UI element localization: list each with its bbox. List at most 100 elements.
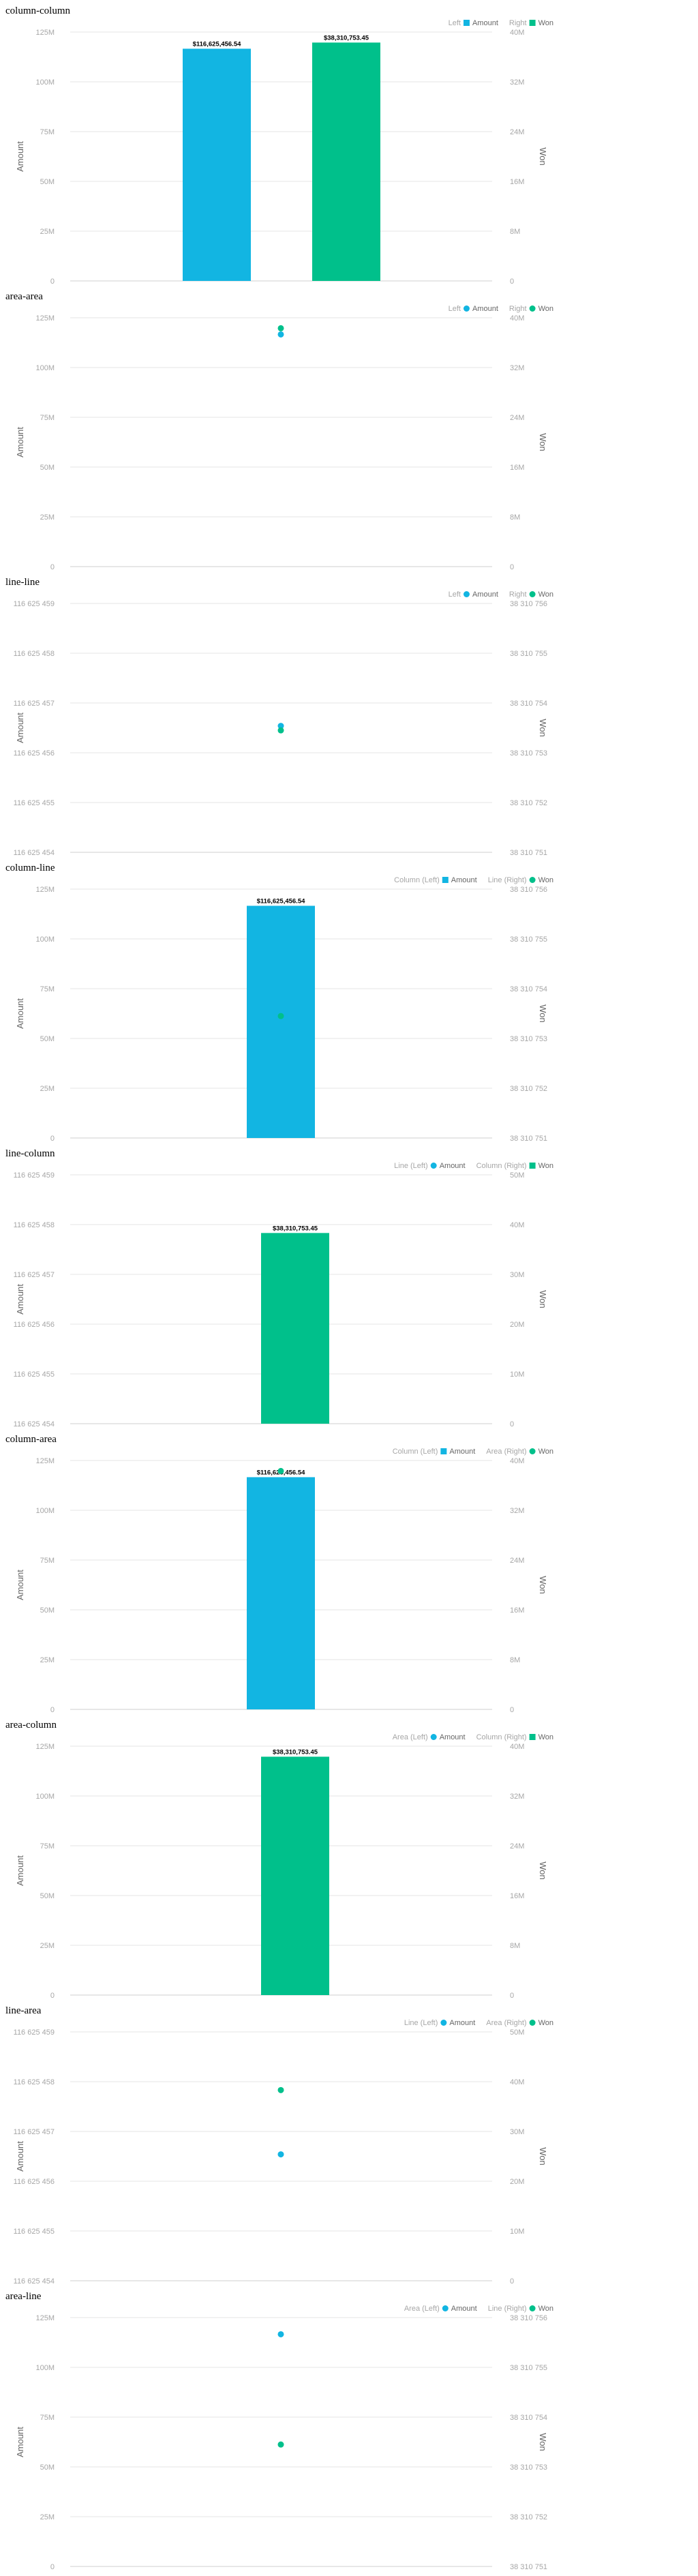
left-tick-label: 25M (40, 1942, 55, 1950)
legend-left-series: Amount (451, 876, 477, 884)
right-tick-label: 0 (510, 1420, 514, 1428)
legend-left-series: Amount (472, 590, 498, 599)
chart-title: line-area (5, 2005, 42, 2016)
right-tick-label: 32M (510, 364, 524, 372)
right-tick-label: 38 310 753 (510, 749, 547, 758)
right-axis-title: Won (538, 1290, 548, 1308)
legend-left-label: Left (449, 19, 461, 27)
won-column[interactable] (312, 42, 380, 282)
left-tick-label: 0 (50, 1706, 55, 1714)
won-point[interactable] (277, 2441, 284, 2448)
right-axis-title: Won (538, 2433, 548, 2451)
amount-column[interactable] (247, 905, 315, 1138)
legend-right-marker (529, 1163, 536, 1169)
won-column[interactable] (261, 1756, 329, 1995)
amount-point[interactable] (277, 331, 284, 338)
right-tick-label: 38 310 756 (510, 600, 547, 608)
right-tick-label: 16M (510, 1892, 524, 1900)
left-tick-label: 116 625 455 (14, 1371, 55, 1379)
left-tick-label: 116 625 454 (14, 2277, 55, 2286)
chart-plot: Left Amount Right Won 116 625 454 38 310 751 1… (14, 590, 553, 857)
right-axis-title: Won (538, 1576, 548, 1594)
legend[interactable]: Left Amount Right Won (449, 19, 553, 27)
won-point[interactable] (277, 325, 284, 331)
legend-right-label: Right (509, 305, 527, 313)
left-axis-title: Amount (15, 2141, 25, 2172)
amount-column[interactable] (247, 1477, 315, 1709)
legend-left-marker (442, 877, 449, 883)
right-tick-label: 32M (510, 1507, 524, 1515)
right-tick-label: 38 310 755 (510, 2364, 547, 2372)
right-tick-label: 30M (510, 1271, 524, 1279)
legend-right-label: Column (Right) (476, 1733, 527, 1741)
legend-left-series: Amount (440, 1733, 466, 1741)
right-tick-label: 50M (510, 1171, 524, 1180)
legend-right-series: Won (538, 305, 553, 313)
left-tick-label: 75M (40, 2414, 55, 2422)
amount-column[interactable] (183, 48, 251, 281)
right-tick-label: 24M (510, 1842, 524, 1851)
legend-right-label: Column (Right) (476, 1162, 527, 1170)
legend-right-marker (529, 1734, 536, 1740)
won-point[interactable] (277, 2086, 284, 2093)
won-point[interactable] (277, 1013, 284, 1019)
chart-area-area: Left Amount Right Won 0 0 25M 8M 50M 16M 75M 24M 100… (0, 286, 698, 571)
right-tick-label: 24M (510, 1557, 524, 1565)
left-tick-label: 75M (40, 1842, 55, 1851)
right-tick-label: 38 310 755 (510, 935, 547, 944)
right-tick-label: 32M (510, 1793, 524, 1801)
won-column[interactable] (261, 1233, 329, 1424)
left-tick-label: 116 625 454 (14, 1420, 55, 1428)
legend-left-marker (463, 591, 470, 597)
left-tick-label: 100M (35, 78, 55, 87)
left-tick-label: 116 625 455 (14, 799, 55, 807)
amount-data-label: $116,625,456.54 (257, 897, 306, 905)
legend-left-marker (440, 1448, 447, 1454)
chart-plot: Column (Left) Amount Area (Right) Won 0 0 25M 8… (15, 1448, 553, 1714)
legend-right-label: Area (Right) (486, 2019, 526, 2027)
right-axis-title: Won (538, 719, 548, 737)
legend-right-marker (529, 877, 536, 883)
legend-left-marker (430, 1734, 437, 1740)
legend[interactable]: Line (Left) Amount Area (Right) Won (404, 2019, 553, 2027)
right-tick-label: 38 310 754 (510, 700, 547, 708)
legend[interactable]: Left Amount Right Won (449, 305, 553, 313)
left-tick-label: 0 (50, 278, 55, 286)
right-tick-label: 8M (510, 1656, 520, 1664)
right-tick-label: 16M (510, 1606, 524, 1615)
legend-left-label: Line (Left) (404, 2019, 438, 2027)
legend[interactable]: Area (Left) Amount Column (Right) Won (393, 1733, 553, 1741)
legend-right-label: Area (Right) (486, 1448, 526, 1456)
amount-point[interactable] (277, 2151, 284, 2158)
left-tick-label: 25M (40, 1656, 55, 1664)
legend-left-label: Area (Left) (404, 2305, 440, 2313)
right-tick-label: 20M (510, 2178, 524, 2186)
right-tick-label: 38 310 753 (510, 2463, 547, 2472)
left-tick-label: 50M (40, 1606, 55, 1615)
legend[interactable]: Left Amount Right Won (449, 590, 553, 599)
left-tick-label: 25M (40, 228, 55, 236)
legend[interactable]: Line (Left) Amount Column (Right) Won (394, 1162, 553, 1170)
left-tick-label: 75M (40, 414, 55, 422)
won-point[interactable] (277, 727, 284, 734)
right-tick-label: 10M (510, 2228, 524, 2236)
left-tick-label: 50M (40, 178, 55, 186)
left-tick-label: 125M (35, 1457, 55, 1465)
right-axis-title: Won (538, 433, 548, 451)
won-point[interactable] (277, 1467, 284, 1474)
right-tick-label: 38 310 752 (510, 1085, 547, 1093)
left-tick-label: 116 625 459 (14, 1171, 55, 1180)
right-tick-label: 38 310 751 (510, 849, 547, 857)
legend-left-series: Amount (472, 19, 498, 27)
legend-right-marker (529, 2305, 536, 2311)
legend[interactable]: Column (Left) Amount Line (Right) Won (394, 876, 553, 884)
left-axis-title: Amount (15, 1284, 25, 1315)
chart-title: column-column (5, 5, 70, 16)
amount-point[interactable] (277, 2331, 284, 2337)
left-tick-label: 0 (50, 1135, 55, 1143)
amount-data-label: $116,625,456.54 (193, 40, 242, 48)
legend[interactable]: Area (Left) Amount Line (Right) Won (404, 2305, 553, 2313)
chart-area-line: Area (Left) Amount Line (Right) Won 0 38 310 … (0, 2286, 698, 2571)
right-tick-label: 0 (510, 1992, 514, 2000)
legend[interactable]: Column (Left) Amount Area (Right) Won (393, 1448, 553, 1456)
